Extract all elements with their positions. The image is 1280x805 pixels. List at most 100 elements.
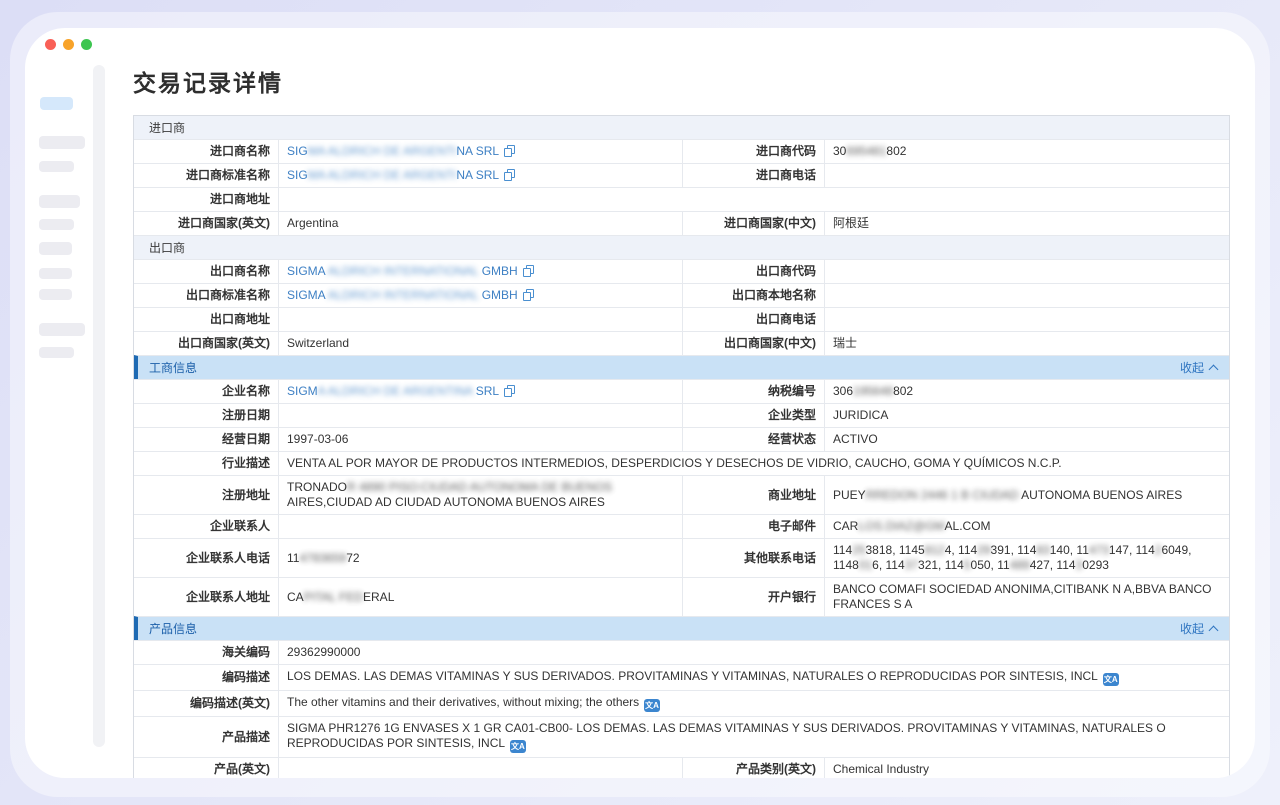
table-row: 进口商标准名称SIGMA ALDRICH DE ARGENTINA SRL进口商… (134, 163, 1229, 187)
copy-icon[interactable] (504, 385, 515, 397)
field-value: ACTIVO (825, 428, 1229, 451)
value-text: 瑞士 (833, 336, 857, 350)
field-label: 企业类型 (683, 404, 825, 427)
section-header-business-info: 工商信息 收起 (134, 355, 1229, 379)
field-value[interactable]: SIGMA ALDRICH DE ARGENTINA SRL (279, 140, 683, 163)
field-value: PUEYRREDON 2446 1 B CIUDAD AUTONOMA BUEN… (825, 476, 1229, 514)
redacted-text: 3 (1076, 558, 1083, 572)
field-label: 进口商国家(中文) (683, 212, 825, 235)
window-controls (45, 39, 92, 50)
sidebar-placeholder (39, 242, 72, 255)
redacted-text: 2 (1155, 543, 1162, 557)
value-text: 140, 11 (1050, 543, 1089, 557)
value-text: TRONADO (287, 480, 347, 494)
field-label: 经营日期 (134, 428, 279, 451)
field-value-text: CAPITAL FEDERAL (287, 590, 394, 605)
value-text: CAR (833, 519, 858, 533)
section-header-exporter: 出口商 (134, 235, 1229, 259)
table-row: 出口商标准名称SIGMA ALDRICH INTERNATIONAL GMBH出… (134, 283, 1229, 307)
redacted-text: 5 (964, 558, 971, 572)
translate-icon[interactable]: 文A (510, 740, 526, 753)
table-row: 注册地址 TRONADOR 4890 PISO:CIUDAD AUTONOMA D… (134, 475, 1229, 514)
field-value (825, 284, 1229, 307)
field-value-text: TRONADOR 4890 PISO:CIUDAD AUTONOMA DE BU… (287, 480, 674, 510)
value-text: 321, 114 (918, 558, 964, 572)
field-value: Chemical Industry (825, 758, 1229, 778)
field-label: 海关编码 (134, 641, 279, 664)
value-text: 0293 (1082, 558, 1109, 572)
copy-icon[interactable] (523, 265, 534, 277)
value-text: 802 (893, 384, 913, 398)
value-text: ACTIVO (833, 432, 878, 446)
field-value-text: 瑞士 (833, 336, 857, 351)
field-value: 29362990000 (279, 641, 1229, 664)
value-text: 阿根廷 (833, 216, 869, 230)
section-header-importer: 进口商 (134, 116, 1229, 139)
field-value: 114253818, 11458124, 11429391, 11483140,… (825, 539, 1229, 577)
collapse-toggle[interactable]: 收起 (1180, 359, 1217, 376)
field-label: 企业联系人电话 (134, 539, 279, 577)
field-label: 企业名称 (134, 380, 279, 403)
maximize-window-button[interactable] (81, 39, 92, 50)
value-text: NA SRL (456, 168, 499, 182)
minimize-window-button[interactable] (63, 39, 74, 50)
field-value: 瑞士 (825, 332, 1229, 355)
sidebar-placeholder (39, 136, 85, 149)
collapse-label: 收起 (1180, 620, 1204, 637)
copy-icon[interactable] (504, 169, 515, 181)
value-text: NA SRL (456, 144, 499, 158)
value-text: PUEY (833, 488, 866, 502)
copy-icon[interactable] (523, 289, 534, 301)
collapse-toggle[interactable]: 收起 (1180, 620, 1217, 637)
field-label: 行业描述 (134, 452, 279, 475)
table-row: 海关编码 29362990000 (134, 640, 1229, 664)
collapse-label: 收起 (1180, 359, 1204, 376)
table-row: 进口商名称SIGMA ALDRICH DE ARGENTINA SRL进口商代码… (134, 139, 1229, 163)
value-text: 30 (833, 144, 846, 158)
table-row: 企业联系人电话11478365972其他联系电话114253818, 11458… (134, 538, 1229, 577)
field-value-text: LOS DEMAS. LAS DEMAS VITAMINAS Y SUS DER… (287, 669, 1119, 686)
field-value: VENTA AL POR MAYOR DE PRODUCTOS INTERMED… (279, 452, 1229, 475)
field-value: BANCO COMAFI SOCIEDAD ANONIMA,CITIBANK N… (825, 578, 1229, 616)
field-value-text: JURIDICA (833, 408, 888, 423)
field-label: 产品描述 (134, 717, 279, 757)
copy-icon[interactable] (504, 145, 515, 157)
field-label: 出口商标准名称 (134, 284, 279, 307)
field-value-text: CARLOS.DIAZ@GMAL.COM (833, 519, 991, 534)
redacted-text: MA ALDRICH DE ARGENTI (308, 168, 457, 182)
value-text: CA (287, 590, 304, 604)
field-value (279, 404, 683, 427)
field-label: 产品类别(英文) (683, 758, 825, 778)
redacted-text: 695481 (846, 144, 886, 158)
field-label: 注册地址 (134, 476, 279, 514)
field-value[interactable]: SIGMA ALDRICH DE ARGENTINA SRL (279, 380, 683, 403)
close-window-button[interactable] (45, 39, 56, 50)
field-label: 商业地址 (683, 476, 825, 514)
field-value: TRONADOR 4890 PISO:CIUDAD AUTONOMA DE BU… (279, 476, 683, 514)
value-text: ERAL (363, 590, 394, 604)
table-row: 产品(英文)产品类别(英文)Chemical Industry (134, 757, 1229, 778)
field-label: 出口商电话 (683, 308, 825, 331)
section-title: 进口商 (149, 119, 185, 136)
value-text: SIGM (287, 384, 318, 398)
chevron-up-icon (1209, 625, 1219, 635)
field-value (825, 164, 1229, 187)
value-text: 4, 114 (945, 543, 977, 557)
field-value-text: 29362990000 (287, 645, 360, 660)
value-text: JURIDICA (833, 408, 888, 422)
field-value[interactable]: SIGMA ALDRICH DE ARGENTINA SRL (279, 164, 683, 187)
field-label: 出口商代码 (683, 260, 825, 283)
translate-icon[interactable]: 文A (644, 699, 660, 712)
field-value-text: PUEYRREDON 2446 1 B CIUDAD AUTONOMA BUEN… (833, 488, 1182, 503)
chevron-up-icon (1209, 364, 1219, 374)
field-value: CARLOS.DIAZ@GMAL.COM (825, 515, 1229, 538)
redacted-text: 489 (1010, 558, 1030, 572)
field-label: 进口商国家(英文) (134, 212, 279, 235)
translate-icon[interactable]: 文A (1103, 673, 1119, 686)
section-title: 工商信息 (149, 359, 197, 376)
value-text: SRL (476, 384, 499, 398)
table-row: 注册日期企业类型JURIDICA (134, 403, 1229, 427)
field-value[interactable]: SIGMA ALDRICH INTERNATIONAL GMBH (279, 260, 683, 283)
field-value[interactable]: SIGMA ALDRICH INTERNATIONAL GMBH (279, 284, 683, 307)
field-value-text: SIGMA ALDRICH DE ARGENTINA SRL (287, 144, 515, 159)
